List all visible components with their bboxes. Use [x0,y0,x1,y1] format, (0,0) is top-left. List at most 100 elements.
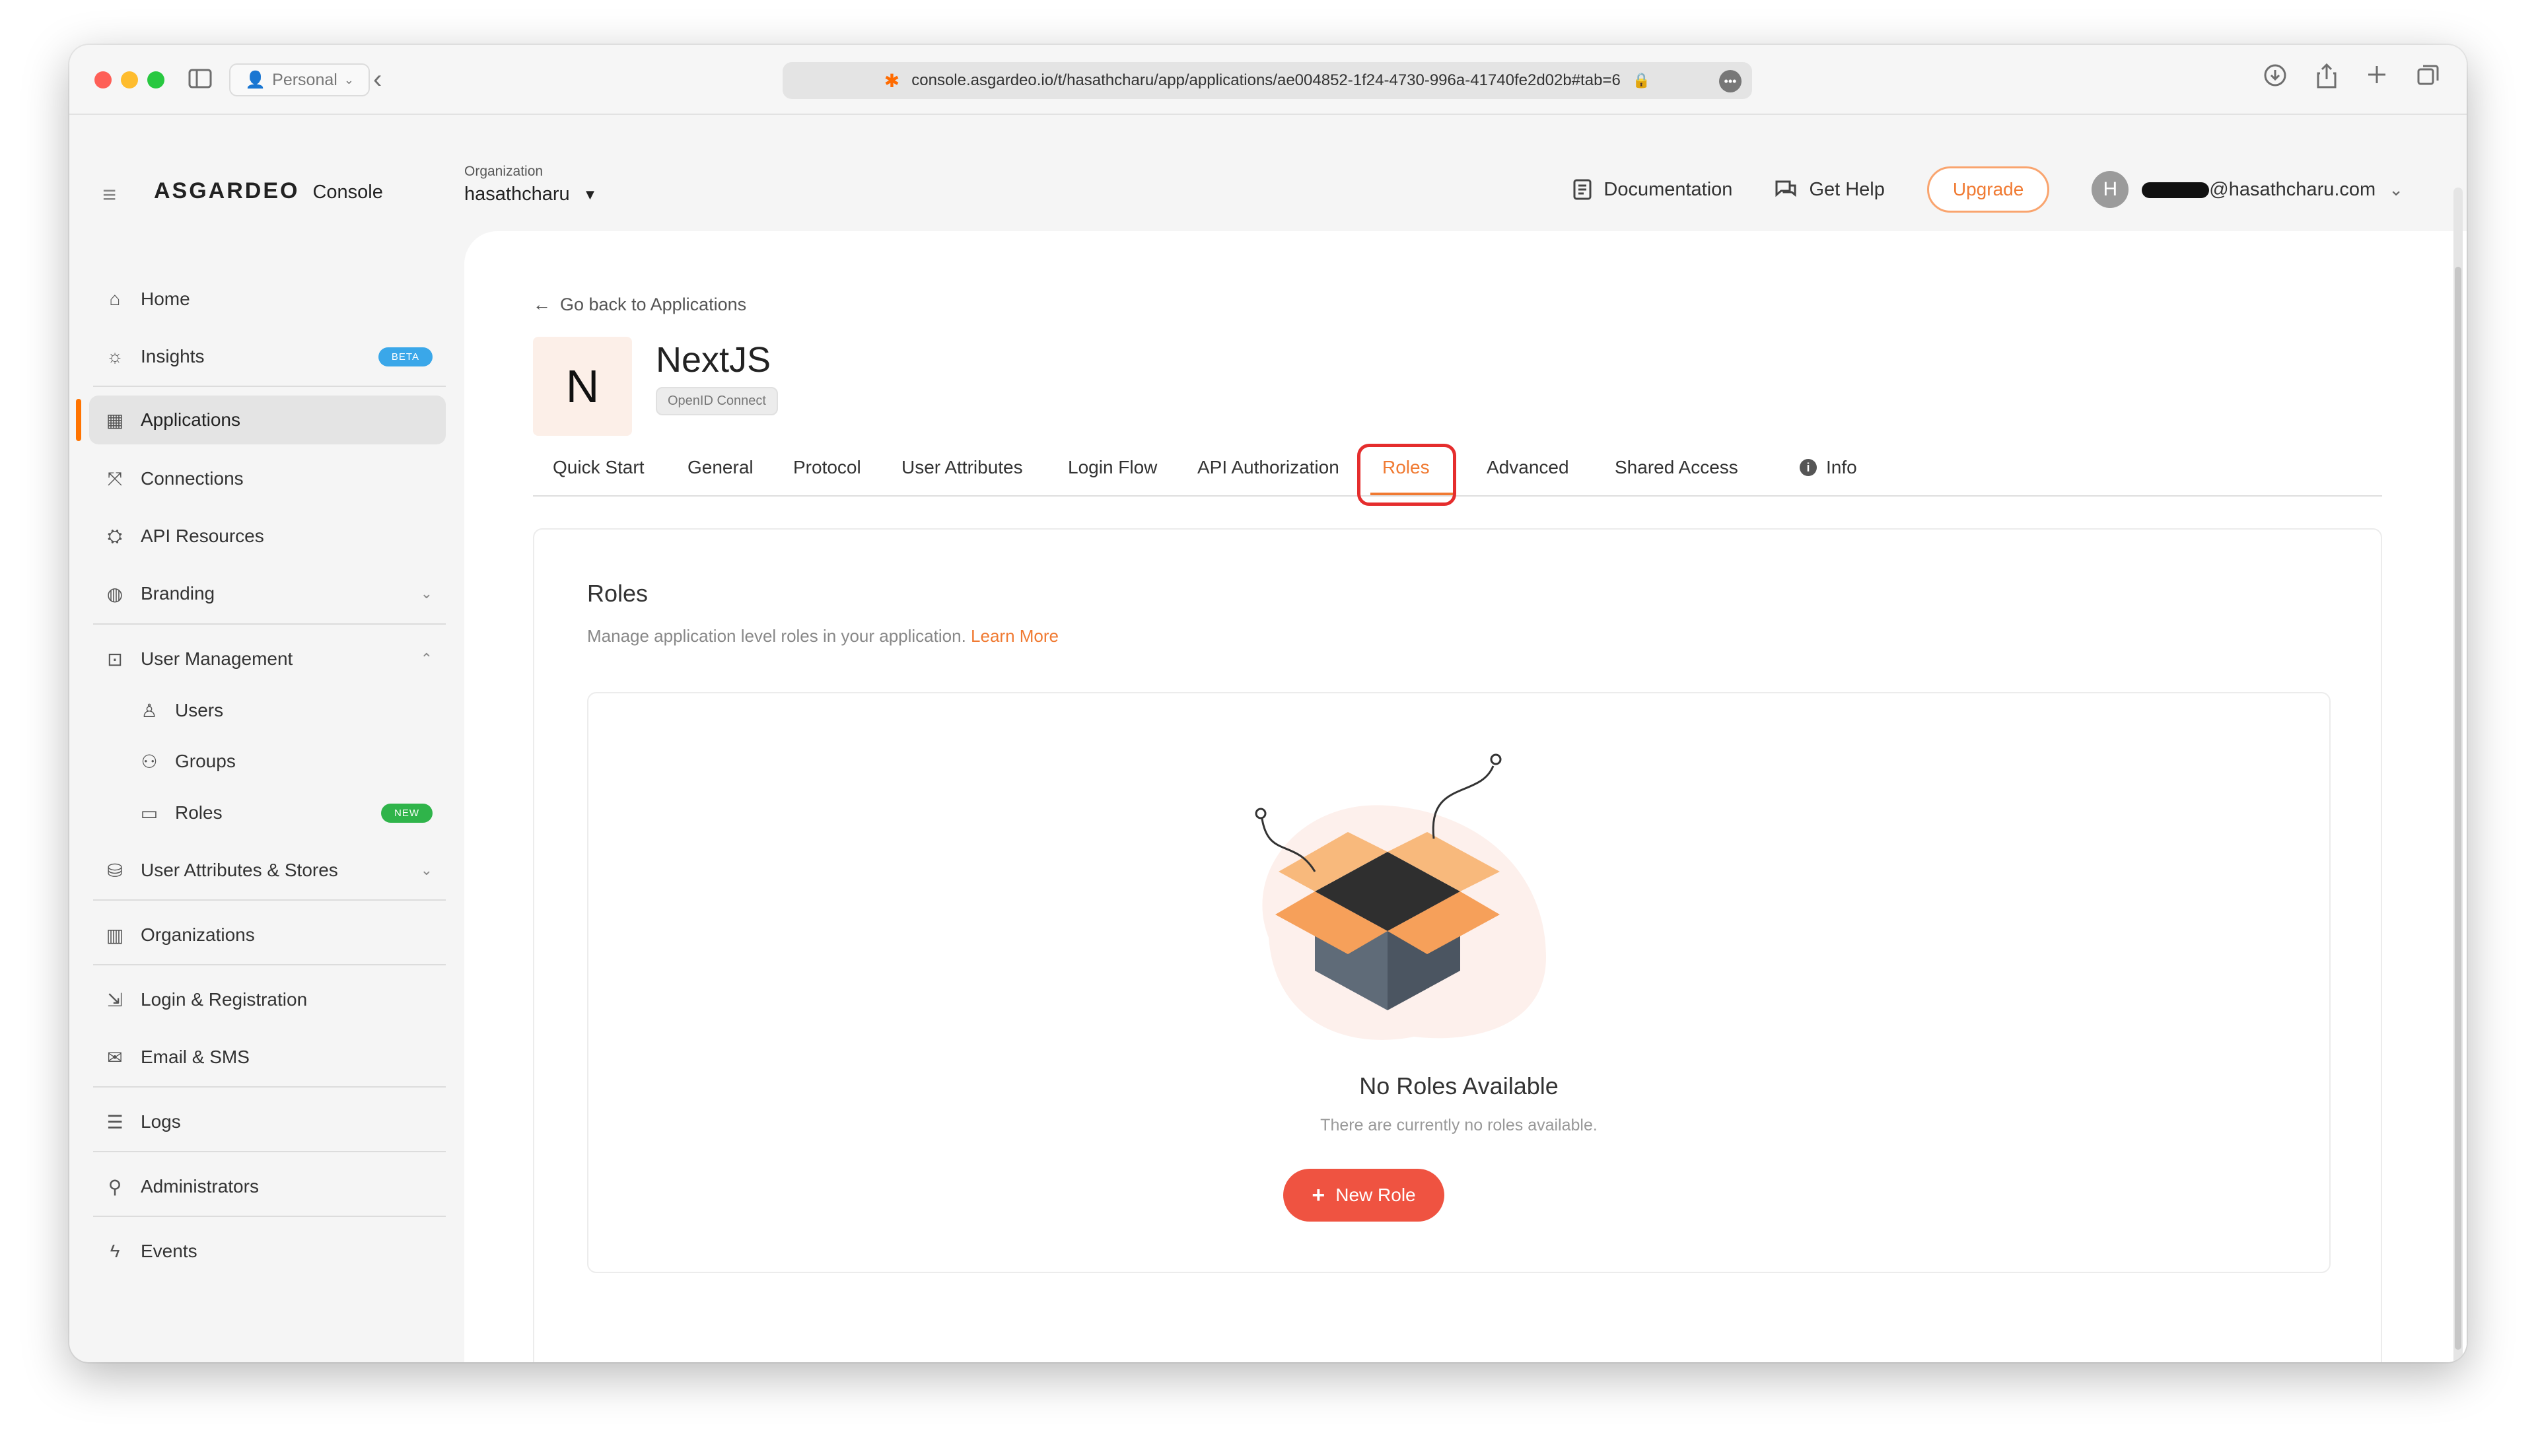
caret-down-icon: ▼ [582,186,598,203]
lightbulb-icon: ☼ [106,346,123,366]
sidebar-item-label: API Resources [141,526,264,546]
sidebar-item-home[interactable]: ⌂ Home [89,275,446,324]
sidebar-item-label: Applications [141,409,240,430]
share-icon[interactable] [2316,63,2337,94]
page-title: NextJS [656,340,771,380]
groups-icon: ⚇ [141,751,158,772]
minimize-window-button[interactable] [121,71,138,88]
learn-more-link[interactable]: Learn More [971,626,1059,646]
roles-card: Roles Manage application level roles in … [533,528,2382,1362]
arrow-left-icon: ← [533,295,551,314]
product-name: Console [312,182,383,203]
user-icon: ♙ [141,700,158,721]
profile-selector[interactable]: 👤 Personal ⌄ [229,63,370,96]
attributes-icon: ⛁ [107,860,123,881]
address-bar[interactable]: ✱ console.asgardeo.io/t/hasathcharu/app/… [783,62,1752,99]
documentation-link[interactable]: Documentation [1573,179,1732,201]
bolt-icon: ϟ [110,1241,120,1261]
chevron-down-icon: ⌄ [343,73,354,87]
organization-label: Organization [464,164,544,179]
palette-icon: ◍ [106,583,123,604]
page-scrollbar[interactable] [2453,188,2463,1362]
tab-advanced[interactable]: Advanced [1487,457,1569,478]
sidebar-toggle-icon[interactable] [188,69,212,92]
documentation-label: Documentation [1603,178,1733,200]
api-icon: ⛭ [107,525,123,546]
header-actions: Documentation Get Help Upgrade H @hasath… [1573,166,2403,213]
sidebar-item-label: Insights [141,346,205,366]
sidebar-item-label: Home [141,289,190,309]
tab-shared-access[interactable]: Shared Access [1615,457,1738,478]
sidebar-item-applications[interactable]: ▦ Applications [89,396,446,444]
roles-icon: ▭ [140,802,158,823]
toolbar-actions [2263,63,2440,94]
tab-quick-start[interactable]: Quick Start [553,457,644,478]
beta-badge: BETA [378,347,433,366]
tab-bar: Quick Start General Protocol User Attrib… [533,444,2382,506]
brand-name: ASGARDEO [154,178,300,203]
empty-state: No Roles Available There are currently n… [587,692,2331,1273]
description-text: Manage application level roles in your a… [587,626,966,646]
organization-switcher[interactable]: Organization hasathcharu ▼ [464,164,597,205]
sidebar-item-logs[interactable]: ☰ Logs [89,1097,446,1146]
sidebar-item-roles[interactable]: ▭ Roles NEW [89,788,446,837]
sidebar-item-events[interactable]: ϟ Events [89,1227,446,1276]
tab-general[interactable]: General [687,457,754,478]
empty-state-subtitle: There are currently no roles available. [1320,1116,1598,1134]
back-arrow-icon[interactable]: ‹ [373,66,382,92]
user-management-icon: ⊡ [107,648,123,670]
zoom-window-button[interactable] [147,71,164,88]
lock-icon: 🔒 [1632,72,1651,88]
document-icon [1573,179,1592,200]
sidebar-divider [93,386,446,387]
sidebar-item-label: Logs [141,1111,181,1132]
main-content: ← Go back to Applications N NextJS OpenI… [464,231,2467,1362]
user-menu[interactable]: H @hasathcharu.com ⌄ [2092,171,2403,208]
sidebar-item-label: Branding [141,583,215,604]
redacted-username [2142,182,2210,198]
sidebar-item-users[interactable]: ♙ Users [89,686,446,735]
sidebar-item-administrators[interactable]: ⚲ Administrators [89,1162,446,1211]
download-icon[interactable] [2263,63,2287,94]
user-email: @hasathcharu.com [2142,179,2376,201]
sidebar-divider [93,1086,446,1088]
sidebar-item-connections[interactable]: ⤧ Connections [89,454,446,503]
tab-info[interactable]: i Info [1800,457,1857,478]
sidebar-item-organizations[interactable]: ▥ Organizations [89,911,446,959]
logs-icon: ☰ [106,1111,123,1132]
chevron-down-icon: ⌄ [420,585,433,602]
new-role-label: New Role [1335,1185,1416,1205]
sidebar-item-api-resources[interactable]: ⛭ API Resources [89,512,446,561]
active-indicator [76,399,81,441]
new-role-button[interactable]: + New Role [1283,1169,1444,1222]
url-text: console.asgardeo.io/t/hasathcharu/app/ap… [911,71,1621,89]
asgardeo-logo[interactable]: ASGARDEO Console [154,178,383,204]
sidebar-item-login-registration[interactable]: ⇲ Login & Registration [89,975,446,1024]
tab-login-flow[interactable]: Login Flow [1068,457,1157,478]
get-help-link[interactable]: Get Help [1775,179,1885,201]
sidebar-item-email-sms[interactable]: ✉ Email & SMS [89,1033,446,1082]
sidebar-divider [93,1216,446,1217]
sidebar-divider [93,623,446,625]
sidebar-item-label: Roles [175,802,223,823]
tab-overview-icon[interactable] [2416,63,2440,94]
tab-protocol[interactable]: Protocol [793,457,861,478]
tab-user-attributes[interactable]: User Attributes [901,457,1023,478]
sidebar-item-label: Administrators [141,1176,259,1196]
close-window-button[interactable] [94,71,112,88]
back-to-applications-link[interactable]: ← Go back to Applications [533,295,746,315]
building-icon: ▥ [106,924,124,946]
scrollbar-thumb[interactable] [2455,267,2461,1350]
sidebar-item-label: Organizations [141,924,255,945]
more-options-icon[interactable]: ••• [1719,70,1742,92]
sidebar-item-insights[interactable]: ☼ Insights BETA [89,332,446,381]
plus-icon: + [1312,1182,1325,1208]
tab-api-authorization[interactable]: API Authorization [1197,457,1339,478]
new-tab-icon[interactable] [2366,63,2387,94]
sidebar-item-user-management[interactable]: ⊡ User Management ⌃ [89,635,446,683]
sidebar-item-user-attributes-stores[interactable]: ⛁ User Attributes & Stores ⌄ [89,846,446,895]
sidebar-item-branding[interactable]: ◍ Branding ⌄ [89,569,446,618]
hamburger-menu-icon[interactable]: ≡ [102,181,116,209]
sidebar-item-groups[interactable]: ⚇ Groups [89,737,446,786]
upgrade-button[interactable]: Upgrade [1926,166,2050,213]
